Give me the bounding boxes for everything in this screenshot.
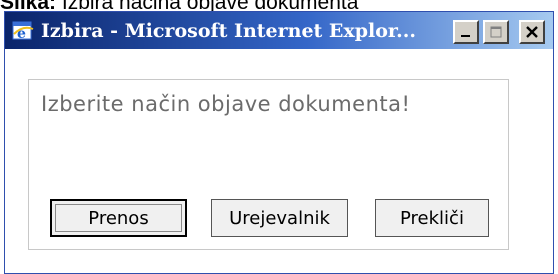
maximize-button[interactable] [483, 20, 509, 44]
choice-panel: Izberite način objave dokumenta! Prenos … [28, 79, 509, 250]
close-button[interactable] [519, 20, 545, 44]
preklici-button[interactable]: Prekliči [375, 199, 489, 237]
ie-dialog-window: e Izbira - Microsoft Internet Explor... … [4, 11, 554, 274]
window-title: Izbira - Microsoft Internet Explor... [41, 20, 417, 42]
minimize-button[interactable] [453, 20, 479, 44]
urejevalnik-button[interactable]: Urejevalnik [211, 199, 348, 237]
minimize-icon [461, 35, 470, 37]
internet-explorer-icon: e [12, 21, 34, 42]
title-bar[interactable]: e Izbira - Microsoft Internet Explor... [5, 12, 553, 49]
prompt-text: Izberite način objave dokumenta! [41, 92, 411, 116]
prenos-button[interactable]: Prenos [50, 199, 187, 237]
dialog-content: Izberite način objave dokumenta! Prenos … [5, 49, 553, 273]
close-icon [526, 26, 538, 38]
maximize-icon [490, 26, 502, 38]
